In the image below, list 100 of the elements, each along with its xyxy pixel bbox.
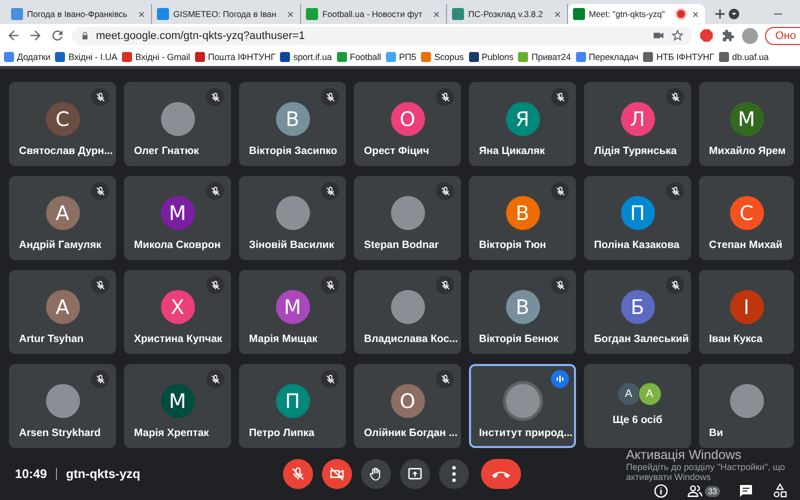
chat-button[interactable] bbox=[738, 483, 754, 499]
bookmark-link[interactable]: Пошта ІФНТУНГ bbox=[195, 52, 276, 62]
avatar-circle: С bbox=[730, 196, 764, 230]
bookmark-link[interactable]: Football bbox=[336, 52, 382, 62]
avatar-circle: А bbox=[46, 290, 80, 324]
browser-tab[interactable]: Meet: "gtn-qkts-yzq" bbox=[568, 4, 705, 24]
bookmark-link[interactable]: Вхідні - Gmail bbox=[122, 52, 190, 62]
back-arrow-icon[interactable] bbox=[6, 28, 21, 43]
audio-level-icon bbox=[551, 370, 569, 388]
participant-name: Степан Михай bbox=[709, 239, 782, 251]
lock-icon bbox=[80, 30, 90, 40]
activities-button[interactable] bbox=[772, 483, 788, 499]
tab-search-icon[interactable] bbox=[726, 7, 741, 21]
info-button[interactable] bbox=[653, 483, 670, 499]
bookmark-link[interactable]: Приват24 bbox=[518, 52, 571, 62]
participant-count-badge: 33 bbox=[705, 486, 720, 496]
participant-name: Орест Фіцич bbox=[364, 145, 430, 157]
photo-placeholder bbox=[160, 102, 194, 136]
more-options-button[interactable] bbox=[438, 459, 468, 489]
bookmark-link[interactable]: Додатки bbox=[4, 52, 50, 62]
people-button[interactable] bbox=[687, 483, 704, 499]
activities-icon bbox=[772, 483, 788, 499]
avatar-circle: М bbox=[730, 102, 764, 136]
avatar-circle: В bbox=[276, 102, 310, 136]
close-icon[interactable] bbox=[432, 10, 442, 18]
photo-placeholder bbox=[276, 196, 310, 230]
microphone-button[interactable] bbox=[282, 459, 312, 489]
bookmark-link[interactable]: Scopus bbox=[421, 52, 464, 62]
avatar-circle: А bbox=[638, 382, 662, 406]
more-options-icon bbox=[452, 466, 456, 482]
avatar-circle: П bbox=[276, 384, 310, 418]
info-icon bbox=[653, 483, 670, 499]
avatar-circle: М bbox=[160, 384, 194, 418]
star-icon[interactable] bbox=[671, 29, 684, 42]
participant-name: Богдан Залеський bbox=[594, 333, 689, 345]
participant-name: Андрій Гамуляк bbox=[19, 239, 102, 251]
avatar-circle: М bbox=[160, 196, 194, 230]
bookmark-link[interactable]: Publons bbox=[468, 52, 514, 62]
participant-name: Лідія Турянська bbox=[594, 145, 677, 157]
participant-name: Марія Хрептак bbox=[134, 427, 209, 439]
present-screen-icon bbox=[406, 466, 422, 482]
reload-icon[interactable] bbox=[50, 28, 65, 43]
avatar-circle: В bbox=[506, 196, 540, 230]
participant-name: Arsen Strykhard bbox=[19, 427, 101, 439]
participant-name: Яна Цикаляк bbox=[479, 145, 545, 157]
close-icon[interactable] bbox=[690, 10, 700, 18]
participant-name: Марія Мищак bbox=[249, 333, 318, 345]
puzzle-icon[interactable] bbox=[721, 28, 736, 42]
people-icon bbox=[687, 483, 704, 499]
participant-name: Зіновій Василик bbox=[249, 239, 334, 251]
address-bar[interactable]: meet.google.com/gtn-qkts-yzq?authuser=1 bbox=[72, 26, 692, 44]
meeting-time: 10:49 bbox=[15, 467, 47, 481]
avatar-circle: І bbox=[730, 290, 764, 324]
participant-name: Владислава Кос... bbox=[364, 333, 458, 345]
close-icon[interactable] bbox=[552, 10, 562, 18]
avatar-circle: Я bbox=[506, 102, 540, 136]
present-screen-button[interactable] bbox=[400, 459, 430, 489]
avatar-circle: О bbox=[390, 384, 424, 418]
bookmark-link[interactable]: db.uaf.ua bbox=[719, 52, 769, 62]
forward-arrow-icon[interactable] bbox=[28, 28, 43, 43]
raise-hand-button[interactable] bbox=[360, 459, 390, 489]
bookmark-link[interactable]: Перекладач bbox=[576, 52, 638, 62]
bookmark-link[interactable]: РП5 bbox=[386, 52, 416, 62]
camera-icon bbox=[328, 466, 344, 482]
close-icon[interactable] bbox=[286, 10, 296, 18]
end-call-icon bbox=[492, 470, 510, 478]
avatar-circle: Х bbox=[160, 290, 194, 324]
avatar-circle: М bbox=[276, 290, 310, 324]
chat-icon bbox=[738, 483, 754, 499]
participant-name: Михайло Ярем bbox=[709, 145, 786, 157]
avatar-circle: Б bbox=[620, 290, 654, 324]
end-call-button[interactable] bbox=[480, 459, 520, 489]
participant-name: Іван Кукса bbox=[709, 333, 763, 345]
octagon-extension-icon[interactable] bbox=[699, 28, 714, 43]
activation-notice-text: Перейдіть до розділу "Настройки", що bbox=[626, 462, 786, 472]
new-tab-plus-icon[interactable] bbox=[712, 7, 727, 21]
avatar-circle: Л bbox=[620, 102, 654, 136]
photo-placeholder bbox=[390, 290, 424, 324]
activation-notice-text: активувати Windows bbox=[626, 472, 712, 482]
avatar-circle: В bbox=[506, 290, 540, 324]
bookmark-link[interactable]: НТБ ІФНТУНГ bbox=[643, 52, 714, 62]
photo-placeholder bbox=[46, 384, 80, 418]
participant-name: Ви bbox=[709, 427, 724, 439]
avatar-circle: А bbox=[616, 382, 640, 406]
participant-name: Поліна Казакова bbox=[594, 239, 680, 251]
bookmark-link[interactable]: Вхідні - I.UA bbox=[55, 52, 118, 62]
update-button[interactable]: Оно bbox=[765, 26, 800, 44]
participant-name: Інститут природ... bbox=[479, 427, 572, 439]
camera-button[interactable] bbox=[322, 459, 352, 489]
activation-notice-title: Активація Windows bbox=[626, 448, 742, 462]
avatar-circle: О bbox=[390, 102, 424, 136]
avatar-circle: П bbox=[620, 196, 654, 230]
close-icon[interactable] bbox=[137, 10, 146, 18]
photo-placeholder bbox=[506, 384, 540, 418]
photo-placeholder bbox=[390, 196, 424, 230]
more-participants-label[interactable]: Ще 6 осіб bbox=[612, 414, 662, 426]
participant-name: Artur Tsyhan bbox=[19, 333, 84, 345]
participant-name: Вікторія Бенюк bbox=[479, 333, 558, 345]
bookmark-link[interactable]: sport.if.ua bbox=[280, 52, 332, 62]
profile-avatar[interactable] bbox=[742, 28, 758, 44]
